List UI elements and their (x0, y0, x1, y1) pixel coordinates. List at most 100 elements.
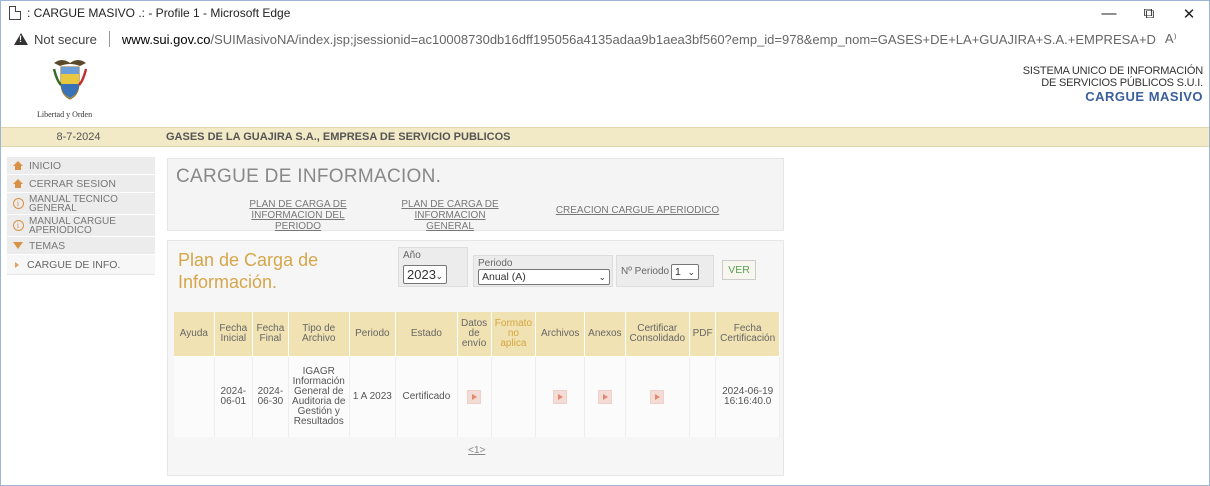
minimize-button[interactable]: — (1089, 1, 1129, 26)
year-value: 2023 (407, 267, 436, 282)
url-text[interactable]: www.sui.gov.co/SUIMasivoNA/index.jsp;jse… (122, 32, 1157, 47)
cell-fecha-final: 2024-06-30 (252, 355, 289, 437)
nperiod-value: 1 (675, 266, 681, 278)
cell-archivos (535, 355, 586, 437)
col-periodo: Periodo (349, 312, 397, 356)
window-controls: — ⧉ ✕ (1089, 1, 1209, 26)
chevron-down-icon: ⌄ (598, 272, 606, 282)
chevron-down-icon: ⌄ (687, 267, 695, 277)
sidebar: INICIO CERRAR SESION i MANUAL TECNICO GE… (7, 157, 155, 275)
cargue-panel: CARGUE DE INFORMACION. PLAN DE CARGA DE … (167, 158, 784, 232)
col-ayuda: Ayuda (174, 312, 215, 356)
page-icon (9, 6, 21, 20)
info-bar: 8-7-2024 GASES DE LA GUAJIRA S.A., EMPRE… (1, 127, 1209, 147)
info-icon: i (11, 198, 25, 209)
system-title-line1: SISTEMA UNICO DE INFORMACIÓN (1022, 65, 1203, 77)
col-formato-no-aplica: Formato no aplica (491, 312, 537, 356)
pager-link[interactable]: <1> (468, 445, 485, 456)
company-name: GASES DE LA GUAJIRA S.A., EMPRESA DE SER… (166, 131, 511, 143)
cell-tipo-archivo: IGAGR Información General de Auditoria d… (288, 355, 350, 437)
close-button[interactable]: ✕ (1169, 1, 1209, 26)
warning-icon[interactable] (14, 33, 28, 45)
play-datos-envio-icon[interactable] (467, 389, 482, 404)
sidebar-item-inicio[interactable]: INICIO (7, 157, 155, 175)
play-anexos-icon[interactable] (597, 389, 612, 404)
window-titlebar: : CARGUE MASIVO .: - Profile 1 - Microso… (0, 0, 1210, 25)
ver-button[interactable]: VER (722, 260, 756, 280)
restore-button[interactable]: ⧉ (1129, 1, 1169, 26)
col-datos-envio: Datos de envío (457, 312, 492, 356)
col-anexos: Anexos (584, 312, 626, 356)
cell-estado: Certificado (395, 355, 458, 437)
cell-fecha-inicial: 2024-06-01 (214, 355, 253, 437)
period-filter: Periodo Anual (A) ⌄ (473, 255, 613, 287)
sidebar-subitem-cargue-info[interactable]: CARGUE DE INFO. (7, 255, 155, 275)
col-tipo-archivo: Tipo de Archivo (288, 312, 350, 356)
nperiod-select[interactable]: 1 ⌄ (671, 264, 699, 280)
crest-caption: Libertad y Orden (37, 110, 93, 119)
link-plan-general[interactable]: PLAN DE CARGA DE INFORMACION GENERAL (390, 199, 510, 232)
cell-formato-no-aplica (491, 355, 537, 437)
period-select[interactable]: Anual (A) ⌄ (478, 269, 610, 285)
play-certificar-icon[interactable] (650, 389, 665, 404)
cell-fecha-certificacion: 2024-06-19 16:16:40.0 (715, 355, 780, 437)
sidebar-item-label: CERRAR SESION (29, 177, 116, 190)
nperiod-filter: Nº Periodo 1 ⌄ (616, 255, 714, 287)
sidebar-item-label: INICIO (29, 159, 62, 172)
plan-title: Plan de Carga de Información. (178, 250, 319, 292)
table-row: 2024-06-01 2024-06-30 IGAGR Información … (174, 355, 780, 437)
chevron-down-icon: ⌄ (435, 271, 443, 281)
cell-pdf (689, 355, 717, 437)
window-title: : CARGUE MASIVO .: - Profile 1 - Microso… (27, 6, 291, 20)
cell-datos-envio (457, 355, 492, 437)
link-cargue-aperiodico[interactable]: CREACION CARGUE APERIODICO (540, 205, 735, 216)
sidebar-item-label: MANUAL CARGUE APERIODICO (29, 215, 116, 236)
home-icon (11, 179, 25, 188)
system-title-cargue: CARGUE MASIVO (1085, 89, 1203, 104)
nperiod-label: Nº Periodo (621, 266, 670, 277)
col-pdf: PDF (689, 312, 717, 356)
table-footer-row: <1> (174, 437, 780, 465)
link-plan-periodo[interactable]: PLAN DE CARGA DE INFORMACION DEL PERIODO (228, 199, 368, 232)
sidebar-subitem-label: CARGUE DE INFO. (27, 258, 121, 271)
sidebar-item-label: MANUAL TECNICO GENERAL (29, 193, 118, 214)
pager-cell: <1> (174, 437, 780, 465)
address-bar[interactable]: Not secure www.sui.gov.co/SUIMasivoNA/in… (0, 25, 1210, 53)
play-archivos-icon[interactable] (553, 389, 568, 404)
url-path: /SUIMasivoNA/index.jsp;jsessionid=ac1000… (210, 31, 1157, 47)
cell-anexos (584, 355, 626, 437)
col-estado: Estado (395, 312, 458, 356)
sidebar-item-cerrar-sesion[interactable]: CERRAR SESION (7, 175, 155, 193)
table-header-row: Ayuda Fecha Inicial Fecha Final Tipo de … (174, 312, 780, 356)
page-title: CARGUE DE INFORMACION. (176, 166, 442, 187)
page-content: Libertad y Orden SISTEMA UNICO DE INFORM… (0, 53, 1210, 486)
sidebar-item-temas[interactable]: TEMAS (7, 237, 155, 255)
system-title: SISTEMA UNICO DE INFORMACIÓN DE SERVICIO… (1023, 65, 1203, 105)
triangle-down-icon (11, 242, 25, 249)
col-archivos: Archivos (535, 312, 586, 356)
sidebar-item-manual-cargue[interactable]: i MANUAL CARGUE APERIODICO (7, 215, 155, 237)
read-aloud-icon[interactable]: A⁾ (1165, 31, 1177, 47)
col-fecha-inicial: Fecha Inicial (214, 312, 253, 356)
site-header: Libertad y Orden SISTEMA UNICO DE INFORM… (1, 53, 1209, 127)
cell-periodo: 1 A 2023 (349, 355, 397, 437)
plan-panel: Plan de Carga de Información. Año 2023 ⌄… (167, 240, 784, 476)
year-label: Año (403, 250, 421, 261)
current-date: 8-7-2024 (56, 131, 101, 143)
period-value: Anual (A) (482, 271, 526, 283)
info-icon: i (11, 220, 25, 231)
period-label: Periodo (478, 258, 513, 269)
address-separator (108, 31, 110, 47)
url-host: www.sui.gov.co (121, 31, 211, 47)
security-label[interactable]: Not secure (34, 32, 97, 47)
system-title-line2: DE SERVICIOS PÚBLICOS S.U.I. (1041, 77, 1203, 89)
plan-table: Ayuda Fecha Inicial Fecha Final Tipo de … (174, 312, 780, 465)
coat-of-arms-icon (52, 60, 88, 100)
cell-ayuda (174, 355, 215, 437)
cell-certificar (625, 355, 690, 437)
year-select[interactable]: 2023 ⌄ (403, 265, 447, 284)
sidebar-item-manual-tecnico[interactable]: i MANUAL TECNICO GENERAL (7, 193, 155, 215)
col-certificar: Certificar Consolidado (625, 312, 690, 356)
col-fecha-certificacion: Fecha Certificación (715, 312, 780, 356)
home-icon (11, 161, 25, 170)
